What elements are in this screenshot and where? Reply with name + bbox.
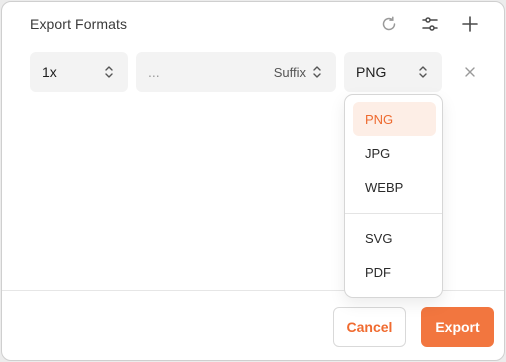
scale-value: 1x (42, 64, 57, 80)
suffix-label: Suffix (273, 64, 306, 80)
format-option-png[interactable]: PNG (353, 102, 436, 136)
format-select[interactable]: PNG (344, 52, 442, 92)
suffix-placeholder: ... (148, 64, 160, 80)
cancel-button[interactable]: Cancel (333, 307, 406, 347)
export-formats-dialog: Export Formats 1x ... Suffix PNG Cancel … (1, 1, 505, 361)
plus-icon[interactable] (459, 13, 481, 35)
updown-chevron-icon (105, 66, 113, 78)
format-option-jpg[interactable]: JPG (353, 136, 436, 170)
close-icon[interactable] (460, 62, 480, 82)
dropdown-divider (345, 213, 442, 214)
format-dropdown-menu: PNG JPG WEBP SVG PDF (344, 94, 443, 298)
updown-chevron-icon (419, 66, 427, 78)
dialog-title: Export Formats (30, 16, 128, 32)
scale-select[interactable]: 1x (30, 52, 128, 92)
format-option-webp[interactable]: WEBP (353, 170, 436, 204)
export-button[interactable]: Export (421, 307, 494, 347)
settings-sliders-icon[interactable] (419, 13, 441, 35)
format-option-svg[interactable]: SVG (353, 221, 436, 255)
suffix-select[interactable]: ... Suffix (136, 52, 336, 92)
format-option-pdf[interactable]: PDF (353, 255, 436, 289)
reset-icon[interactable] (378, 13, 400, 35)
updown-chevron-icon (313, 66, 321, 78)
format-value: PNG (356, 64, 387, 80)
